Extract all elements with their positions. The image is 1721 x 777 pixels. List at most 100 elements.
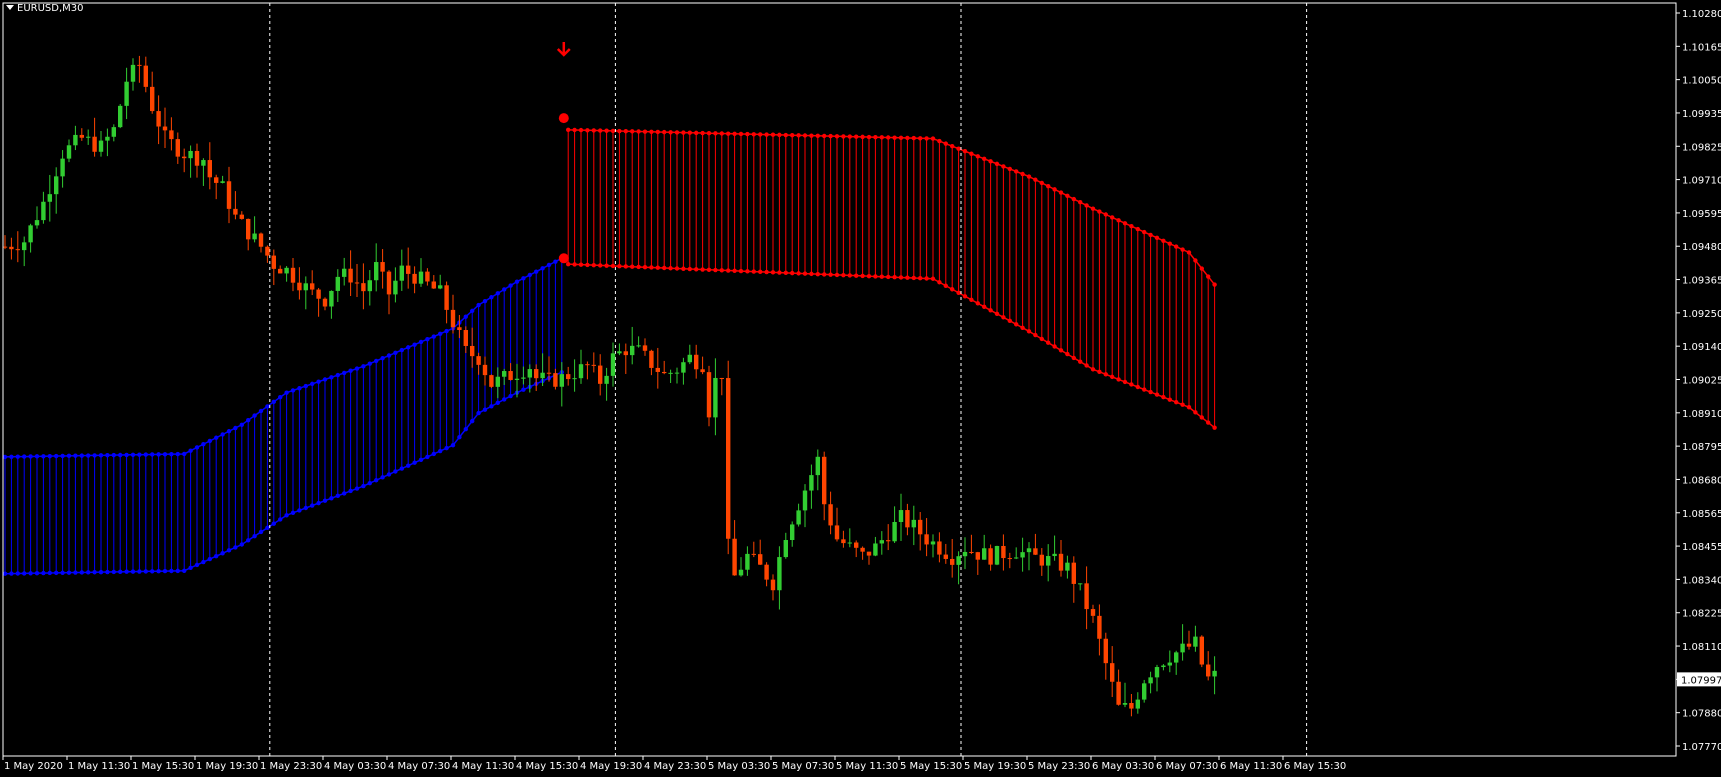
bull-candle: [873, 543, 878, 556]
bear-candle: [1071, 562, 1076, 584]
price-chart[interactable]: 1.10280 1.10165 1.10050 1.09935 1.09825 1.097…: [0, 0, 1721, 777]
red-band-dot: [988, 308, 993, 313]
signal-upper-dot: [558, 113, 569, 124]
x-tick-label: 4 May 07:30: [388, 761, 450, 772]
bear-candle: [482, 364, 488, 376]
red-band-dot: [662, 129, 667, 135]
blue-band-dot: [169, 568, 174, 574]
red-band-dot: [1052, 187, 1057, 192]
bear-candle: [290, 267, 296, 283]
red-band-dot: [1090, 367, 1096, 372]
blue-band-dot: [182, 568, 187, 573]
bull-candle: [815, 456, 820, 476]
blue-band-dot: [399, 347, 404, 353]
bear-candle: [246, 218, 251, 240]
bear-candle: [828, 504, 833, 526]
red-band-dot: [975, 154, 980, 159]
red-band-dot: [962, 294, 968, 299]
red-band-dot: [1206, 274, 1211, 279]
red-band-dot: [873, 134, 878, 140]
red-band-dot: [770, 270, 776, 275]
red-band-dot: [1161, 238, 1166, 243]
bear-candle: [706, 372, 712, 418]
red-band-dot: [585, 262, 590, 268]
bull-candle: [572, 378, 577, 380]
x-tick-label: 1 May 2020: [4, 761, 63, 772]
axes: 1.10280 1.10165 1.10050 1.09935 1.09825 1.097…: [2, 2, 1721, 772]
red-band-dot: [1033, 332, 1038, 338]
red-band-dot: [623, 264, 628, 269]
red-band-dot: [937, 138, 942, 144]
red-band-dot: [758, 132, 763, 137]
red-band-dot: [911, 275, 916, 281]
blue-band-dot: [431, 334, 436, 339]
bear-candle: [1110, 663, 1115, 682]
bull-candle: [796, 510, 801, 525]
y-tick-label: 1.08795: [1682, 442, 1721, 453]
red-band-dot: [1065, 193, 1070, 199]
y-tick-label: 1.09025: [1682, 376, 1721, 387]
blue-band-dot: [28, 454, 33, 459]
blue-band-dot: [41, 454, 46, 459]
red-band-dot: [1122, 221, 1128, 226]
red-band-dot: [809, 133, 814, 138]
bull-candle: [687, 354, 692, 363]
bull-candle: [1142, 683, 1147, 700]
bear-candle: [764, 564, 769, 580]
red-band-dot: [950, 143, 955, 149]
red-band-dot: [886, 135, 891, 140]
bull-candle: [809, 475, 814, 491]
bear-candle: [969, 551, 974, 553]
bear-candle: [860, 547, 865, 552]
bull-candle: [1154, 667, 1160, 678]
red-band-dot: [969, 297, 974, 302]
blue-band-dot: [15, 571, 20, 576]
red-band-dot: [918, 276, 923, 281]
red-band-dot: [783, 270, 788, 276]
red-band-dot: [738, 131, 744, 137]
blue-band-dot: [502, 287, 507, 292]
bull-candle: [495, 376, 500, 387]
red-band-dot: [655, 265, 660, 270]
blue-band-dot: [316, 500, 321, 506]
blue-band-dot: [482, 298, 488, 304]
red-band-dot: [834, 134, 840, 139]
plot-frame: [2, 2, 1677, 757]
red-band-dot: [566, 127, 571, 133]
red-band-dot: [636, 129, 641, 134]
red-band-dot: [598, 263, 603, 268]
blue-band-dot: [348, 488, 353, 494]
red-band-dot: [732, 268, 737, 274]
bull-candle: [559, 374, 564, 387]
blue-band-dot: [22, 454, 27, 459]
sell-arrow-down-icon: [556, 42, 571, 57]
red-band-dot: [1039, 336, 1045, 342]
red-band-dot: [969, 151, 974, 156]
red-band-dot: [1033, 177, 1038, 182]
blue-band-dot: [278, 395, 283, 400]
bear-candle: [444, 285, 449, 310]
red-band-dot: [866, 273, 872, 279]
bull-candle: [118, 105, 123, 128]
red-band-dot: [1084, 203, 1089, 208]
y-tick-label: 1.10280: [1682, 9, 1721, 20]
blue-band-dot: [194, 445, 200, 450]
blue-band-dot: [265, 525, 270, 531]
blue-band-dot: [246, 417, 251, 423]
y-tick-label: 1.07770: [1682, 742, 1721, 753]
bear-candle: [623, 351, 628, 356]
bull-candle: [1078, 583, 1083, 585]
bear-candle: [233, 208, 238, 215]
red-band-dot: [822, 133, 827, 139]
signal-lower-dot: [558, 253, 569, 264]
red-band-dot: [860, 134, 865, 140]
red-band-dot: [879, 274, 884, 279]
red-band-dot: [847, 273, 852, 278]
bull-candle: [367, 280, 372, 292]
red-band-dot: [994, 161, 1000, 167]
red-band-dot: [1135, 384, 1141, 390]
blue-band-dot: [342, 491, 347, 496]
blue-band-dot: [207, 438, 212, 444]
blue-band-dot: [380, 475, 385, 480]
blue-band-dot: [278, 517, 283, 522]
